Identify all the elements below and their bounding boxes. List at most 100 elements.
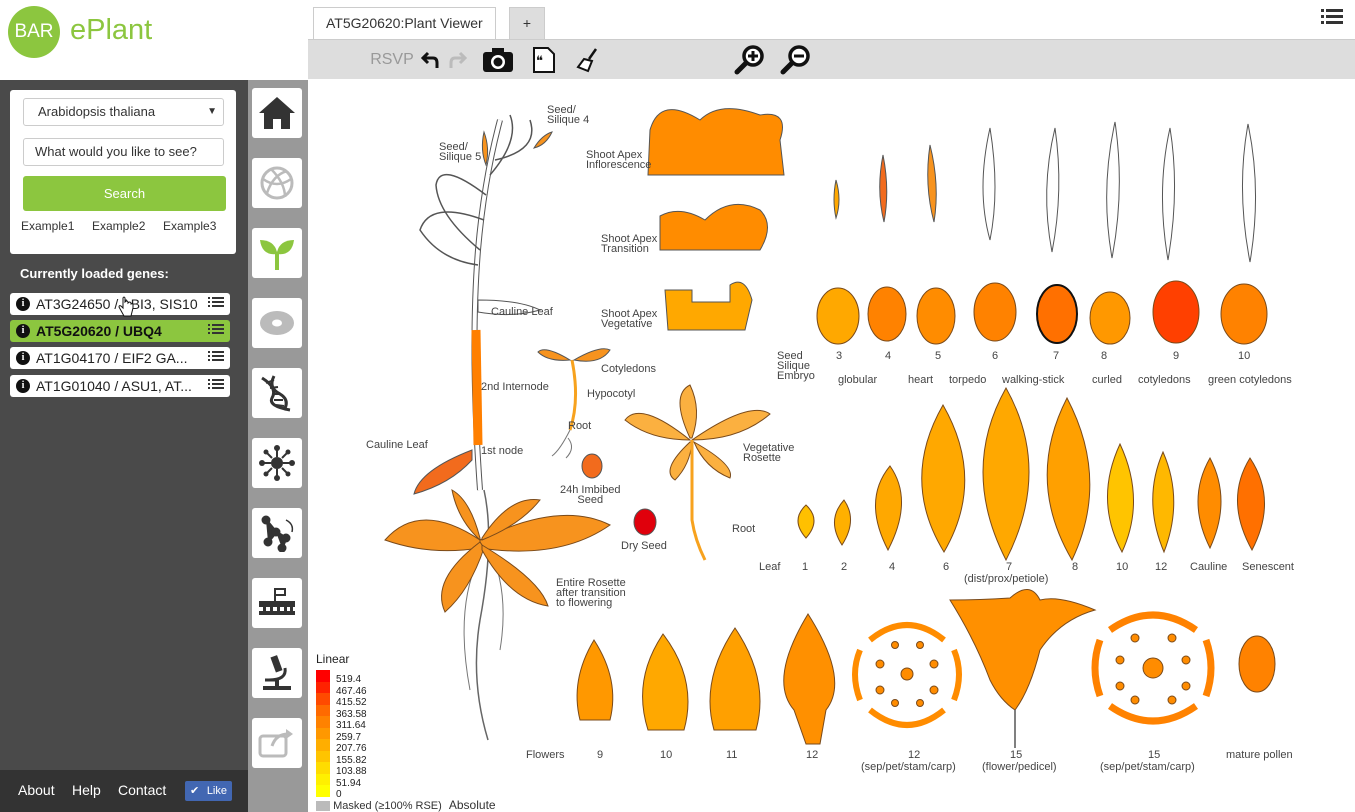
legend-row: 207.76 xyxy=(316,739,367,754)
info-icon[interactable]: i xyxy=(16,351,30,365)
list-menu-icon[interactable] xyxy=(1321,8,1343,26)
label-shoot-apex-vegetative: Shoot Apex Vegetative xyxy=(601,308,658,330)
search-button[interactable]: Search xyxy=(23,176,226,211)
label-seed-silique-embryo: Seed Silique Embryo xyxy=(777,350,815,382)
inflorescence-stem[interactable] xyxy=(419,114,533,741)
label-seed-silique-4: Seed/Silique 4 xyxy=(547,104,590,126)
gene-item[interactable]: i AT1G01040 / ASU1, AT... xyxy=(10,375,230,397)
legend-row: 363.58 xyxy=(316,704,367,720)
shoot-apex-inflorescence[interactable] xyxy=(647,108,785,176)
gene-search-input[interactable]: What would you like to see? xyxy=(23,138,224,166)
legend-masked-row: Masked (≥100% RSE) Absolute xyxy=(316,798,496,812)
facebook-like-button[interactable]: ✔ Like xyxy=(185,781,232,801)
plant-view-icon[interactable] xyxy=(252,228,302,278)
label-cauline-leaf-top: Cauline Leaf xyxy=(491,306,553,318)
legend-swatch xyxy=(316,716,330,728)
thumbs-up-icon: ✔ xyxy=(190,785,200,797)
svg-text:❝: ❝ xyxy=(536,53,543,68)
contact-link[interactable]: Contact xyxy=(118,782,166,798)
plant-viewer-canvas: Seed/Silique 4 Seed/Silique 5 Shoot Apex… xyxy=(308,79,1355,812)
world-view-icon[interactable] xyxy=(252,158,302,208)
shoot-apex-transition[interactable] xyxy=(659,203,768,251)
seed-silique-4[interactable] xyxy=(532,131,553,149)
tab-plant-viewer[interactable]: AT5G20620:Plant Viewer xyxy=(313,7,496,39)
leaf-2-label: 2 xyxy=(841,561,848,573)
sidebar: Arabidopsis thaliana ▼ What would you li… xyxy=(0,80,248,812)
interaction-view-icon[interactable] xyxy=(252,438,302,488)
flower-15-sub-label: (flower/pedicel) xyxy=(982,761,1057,773)
gene-menu-icon[interactable] xyxy=(208,297,224,310)
legend-row: 259.7 xyxy=(316,727,361,743)
leaf-cauline-label: Cauline xyxy=(1190,561,1228,573)
seed-num-9: 9 xyxy=(1173,350,1180,362)
add-tab-button[interactable]: + xyxy=(509,7,545,39)
legend-swatch xyxy=(316,727,330,739)
flower-15b-sub-label: (sep/pet/stam/carp) xyxy=(1100,761,1195,773)
gene-menu-icon[interactable] xyxy=(208,324,224,337)
example2-link[interactable]: Example2 xyxy=(92,219,145,233)
like-label: Like xyxy=(206,785,227,797)
cauline-leaf-low[interactable] xyxy=(413,449,473,495)
loaded-genes-heading: Currently loaded genes: xyxy=(20,266,169,281)
about-link[interactable]: About xyxy=(18,782,55,798)
logo[interactable]: BAR ePlant xyxy=(0,0,248,80)
silique-row[interactable] xyxy=(833,121,1256,263)
undo-icon[interactable] xyxy=(420,44,442,76)
citation-icon[interactable]: ❝ xyxy=(526,44,560,76)
expression-chip-view-icon[interactable] xyxy=(252,578,302,628)
dry-seed[interactable] xyxy=(633,508,657,536)
zoom-out-icon[interactable] xyxy=(778,44,814,76)
view-selector xyxy=(248,80,308,812)
example1-link[interactable]: Example1 xyxy=(21,219,74,233)
gene-item[interactable]: i AT1G04170 / EIF2 GA... xyxy=(10,347,230,369)
species-select-value: Arabidopsis thaliana xyxy=(38,104,156,119)
leaf-6-label: 6 xyxy=(943,561,950,573)
seed-silique-5[interactable] xyxy=(481,130,489,167)
stage-green-cotyledons: green cotyledons xyxy=(1208,374,1292,386)
imbibed-seed[interactable] xyxy=(581,453,603,479)
broom-icon[interactable] xyxy=(574,44,604,76)
chevron-down-icon: ▼ xyxy=(207,106,217,117)
help-link[interactable]: Help xyxy=(72,782,101,798)
flower-12-label: 12 xyxy=(806,749,819,761)
cell-view-icon[interactable] xyxy=(252,298,302,348)
legend-swatch xyxy=(316,704,330,716)
seed-row[interactable] xyxy=(816,280,1268,345)
zoom-in-icon[interactable] xyxy=(732,44,768,76)
shoot-apex-vegetative[interactable] xyxy=(664,281,753,331)
stage-cotyledons: cotyledons xyxy=(1138,374,1191,386)
export-view-icon[interactable] xyxy=(252,718,302,768)
label-imbibed-seed: 24h Imbibed Seed xyxy=(560,484,621,506)
species-select[interactable]: Arabidopsis thaliana ▼ xyxy=(23,98,224,126)
legend-mode: Absolute xyxy=(448,798,496,812)
gene-label: AT5G20620 / UBQ4 xyxy=(36,323,162,339)
leaf-7-label: 7 xyxy=(1006,561,1013,573)
gene-item-active[interactable]: i AT5G20620 / UBQ4 xyxy=(10,320,230,342)
flower-10-label: 10 xyxy=(660,749,673,761)
seed-num-3: 3 xyxy=(836,350,843,362)
seed-num-6: 6 xyxy=(992,350,999,362)
seedling[interactable] xyxy=(537,348,611,459)
home-view-icon[interactable] xyxy=(252,88,302,138)
redo-icon[interactable] xyxy=(446,44,468,76)
camera-icon[interactable] xyxy=(480,44,516,76)
gene-menu-icon[interactable] xyxy=(208,351,224,364)
info-icon[interactable]: i xyxy=(16,297,30,311)
label-vegetative-rosette: Vegetative Rosette xyxy=(743,442,795,464)
leaf-row[interactable] xyxy=(797,386,1265,562)
legend-swatch xyxy=(316,773,330,785)
molecule-view-icon[interactable] xyxy=(252,508,302,558)
flower-row[interactable] xyxy=(576,589,1276,748)
seed-num-8: 8 xyxy=(1101,350,1108,362)
expression-legend: Linear 519.4 467.46 415.52 363.58 311.64 259.… xyxy=(316,652,496,812)
leaf-1-label: 1 xyxy=(802,561,809,573)
gene-menu-icon[interactable] xyxy=(208,379,224,392)
microscope-view-icon[interactable] xyxy=(252,648,302,698)
rsvp-button[interactable]: RSVP xyxy=(370,44,414,76)
dna-view-icon[interactable] xyxy=(252,368,302,418)
info-icon[interactable]: i xyxy=(16,324,30,338)
flower-15b-label: 15 xyxy=(1148,749,1161,761)
label-root-rosette: Root xyxy=(732,523,756,535)
example3-link[interactable]: Example3 xyxy=(163,219,216,233)
info-icon[interactable]: i xyxy=(16,379,30,393)
